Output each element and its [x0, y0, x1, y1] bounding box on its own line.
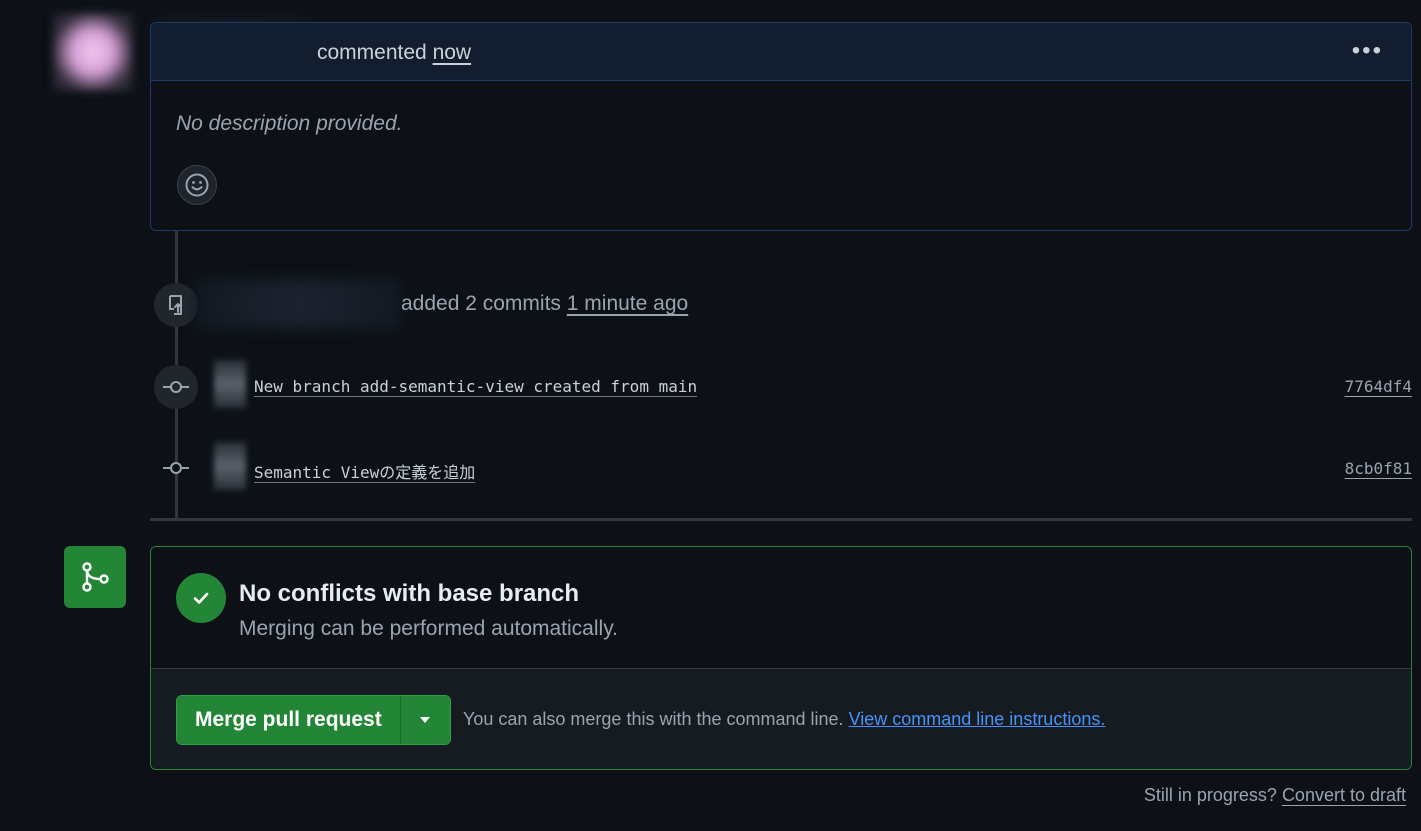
commit-marker — [163, 460, 189, 481]
merge-actions: Merge pull request You can also merge th… — [151, 669, 1411, 769]
merge-status: No conflicts with base branch Merging ca… — [151, 547, 1411, 669]
commit-badge — [154, 365, 198, 409]
merge-status-badge — [64, 546, 126, 608]
merge-status-title: No conflicts with base branch — [239, 580, 580, 607]
triangle-down-icon — [420, 717, 431, 723]
add-reaction-button[interactable] — [177, 165, 217, 205]
merge-method-dropdown[interactable] — [399, 696, 450, 744]
merge-box: No conflicts with base branch Merging ca… — [150, 546, 1412, 770]
check-icon — [176, 573, 226, 623]
comment-header: commented now ••• — [151, 23, 1411, 81]
git-commit-icon — [163, 381, 189, 393]
smiley-icon — [185, 173, 209, 197]
comment-action: commented — [317, 41, 427, 64]
push-event-time-link[interactable]: 1 minute ago — [567, 292, 688, 315]
comment-time-link[interactable]: now — [433, 41, 472, 64]
commit-author-avatar[interactable] — [214, 442, 246, 490]
merge-status-subtitle: Merging can be performed automatically. — [239, 617, 618, 640]
comment-body: No description provided. — [176, 112, 403, 135]
draft-footer: Still in progress? Convert to draft — [1144, 785, 1406, 806]
comment-box: commented now ••• No description provide… — [150, 22, 1412, 231]
commit-author-avatar[interactable] — [214, 360, 246, 408]
push-event-text: added 2 commits 1 minute ago — [401, 292, 688, 316]
commit-message-link[interactable]: Semantic Viewの定義を追加 — [254, 459, 475, 483]
merge-button-group: Merge pull request — [176, 695, 451, 745]
merge-pull-request-button[interactable]: Merge pull request — [177, 696, 400, 744]
comment-author-avatar[interactable] — [53, 13, 133, 91]
push-event-badge — [154, 283, 198, 327]
push-event-action: added 2 commits — [401, 292, 561, 315]
merge-help-text: You can also merge this with the command… — [463, 709, 844, 729]
convert-to-draft-link[interactable]: Convert to draft — [1282, 785, 1406, 805]
commit-sha-link[interactable]: 7764df4 — [1345, 377, 1412, 396]
git-commit-icon — [163, 462, 189, 474]
commit-message-link[interactable]: New branch add-semantic-view created fro… — [254, 377, 697, 396]
git-merge-icon — [82, 562, 109, 592]
repo-push-icon — [169, 295, 182, 315]
push-author-redacted[interactable] — [197, 280, 400, 328]
kebab-icon[interactable]: ••• — [1352, 37, 1383, 65]
timeline-divider — [150, 518, 1412, 521]
draft-footer-text: Still in progress? — [1143, 785, 1277, 805]
comment-meta: commented now — [317, 41, 471, 65]
merge-help: You can also merge this with the command… — [463, 709, 1105, 730]
commit-sha-link[interactable]: 8cb0f81 — [1345, 459, 1412, 478]
view-command-line-link[interactable]: View command line instructions. — [849, 709, 1106, 729]
